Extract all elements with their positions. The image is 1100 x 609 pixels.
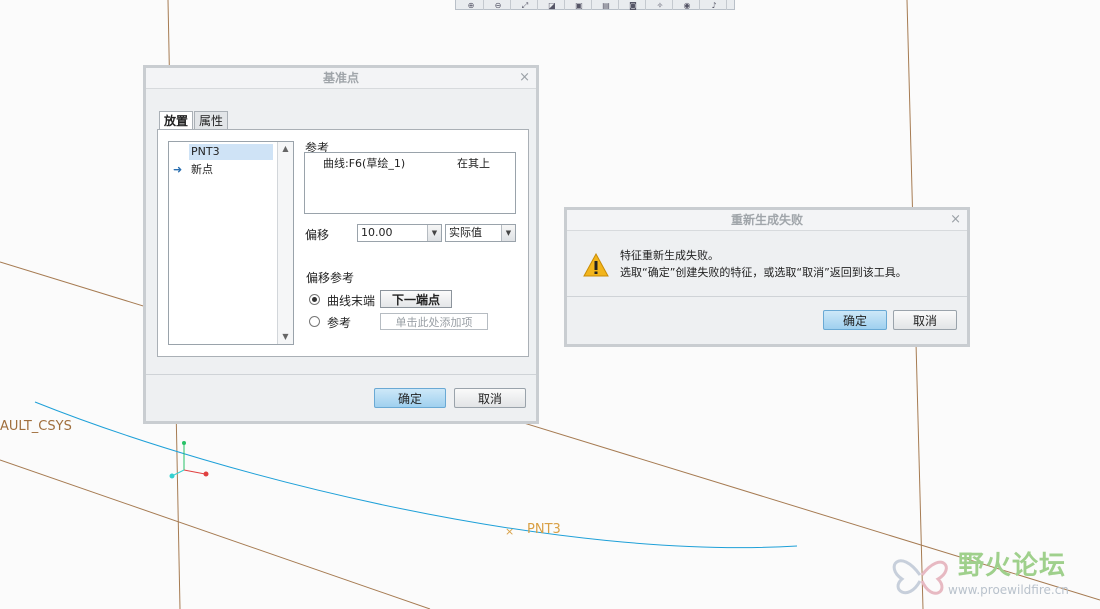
reference-entry-name: 曲线:F6(草绘_1) [323, 157, 406, 170]
cancel-button[interactable]: 取消 [893, 310, 957, 330]
datum-plane-line [0, 459, 431, 609]
placement-panel: PNT3 ➜ 新点 ▲ ▼ 参考 曲线:F6(草绘_1) 在其上 偏移 10.0… [157, 129, 529, 357]
add-item-field[interactable]: 单击此处添加项 [380, 313, 488, 330]
points-list[interactable]: PNT3 ➜ 新点 ▲ ▼ [168, 141, 294, 345]
view-icon[interactable]: ▣ [567, 0, 592, 10]
tab-placement[interactable]: 放置 [159, 111, 194, 130]
watermark-title: 野火论坛 [958, 551, 1067, 581]
dialog-title-bar[interactable]: 基准点 × [146, 68, 536, 89]
list-scrollbar[interactable]: ▲ ▼ [277, 142, 293, 344]
offset-reference-label: 偏移参考 [306, 271, 355, 285]
offset-value-field[interactable]: 10.00 ▼ [357, 224, 442, 242]
curve-end-radio[interactable] [309, 294, 320, 305]
tab-properties[interactable]: 属性 [194, 111, 229, 130]
list-item-pnt3[interactable]: PNT3 [189, 144, 273, 160]
offset-label: 偏移 [305, 228, 330, 242]
scroll-up-icon[interactable]: ▲ [278, 142, 293, 156]
warning-icon [583, 253, 609, 277]
view-toolbar: ⊕ ⊖ ⤢ ◪ ▣ ▤ ◙ ✧ ◉ ♪ [455, 0, 735, 10]
saved-views-icon[interactable]: ▤ [594, 0, 619, 10]
point-label: PNT3 [527, 522, 561, 537]
spin-center-icon[interactable]: ♪ [702, 0, 727, 10]
scroll-down-icon[interactable]: ▼ [278, 330, 293, 344]
ok-button[interactable]: 确定 [823, 310, 887, 330]
close-icon[interactable]: × [950, 210, 961, 230]
chevron-down-icon[interactable]: ▼ [501, 225, 515, 241]
close-icon[interactable]: × [519, 68, 530, 88]
offset-type-select[interactable]: 实际值 ▼ [445, 224, 516, 242]
watermark-url: www.proewildfire.cn [948, 583, 1069, 597]
dialog-title: 重新生成失败 [730, 213, 803, 227]
offset-value: 10.00 [361, 226, 393, 239]
csys-label: AULT_CSYS [0, 419, 72, 434]
zoom-in-icon[interactable]: ⊕ [459, 0, 484, 10]
divider [146, 374, 536, 375]
reference-entry-constraint[interactable]: 在其上 [457, 155, 490, 171]
regen-failure-dialog: 重新生成失败 × 特征重新生成失败。 选取“确定”创建失败的特征，或选取“取消”… [564, 207, 970, 347]
repaint-icon[interactable]: ◪ [540, 0, 565, 10]
arrow-right-icon: ➜ [173, 163, 183, 176]
dialog-title: 基准点 [322, 71, 359, 85]
eye-icon[interactable]: ◉ [675, 0, 700, 10]
refit-icon[interactable]: ⤢ [513, 0, 538, 10]
point-marker: × [505, 525, 514, 538]
sketch-display-icon[interactable]: ✧ [648, 0, 673, 10]
reference-collector[interactable]: 曲线:F6(草绘_1) 在其上 [304, 152, 516, 214]
dialog-title-bar[interactable]: 重新生成失败 × [567, 210, 967, 231]
error-message-line1: 特征重新生成失败。 [620, 249, 719, 262]
butterfly-logo-icon [892, 559, 948, 595]
ok-button[interactable]: 确定 [374, 388, 446, 408]
curve-end-label: 曲线末端 [327, 294, 376, 308]
tab-strip: 放置 属性 [159, 111, 229, 130]
reference-radio[interactable] [309, 316, 320, 327]
divider [567, 296, 967, 297]
cancel-button[interactable]: 取消 [454, 388, 526, 408]
zoom-out-icon[interactable]: ⊖ [486, 0, 511, 10]
reference-option-label: 参考 [327, 316, 352, 330]
next-end-button[interactable]: 下一端点 [380, 290, 452, 308]
offset-type-value: 实际值 [449, 226, 482, 239]
camera-icon[interactable]: ◙ [621, 0, 646, 10]
error-message-line2: 选取“确定”创建失败的特征，或选取“取消”返回到该工具。 [620, 266, 907, 279]
list-item-new-point[interactable]: 新点 [189, 162, 213, 178]
chevron-down-icon[interactable]: ▼ [427, 225, 441, 241]
datum-point-dialog: 基准点 × 放置 属性 PNT3 ➜ 新点 ▲ ▼ 参考 曲线:F6(草绘_1)… [143, 65, 539, 424]
